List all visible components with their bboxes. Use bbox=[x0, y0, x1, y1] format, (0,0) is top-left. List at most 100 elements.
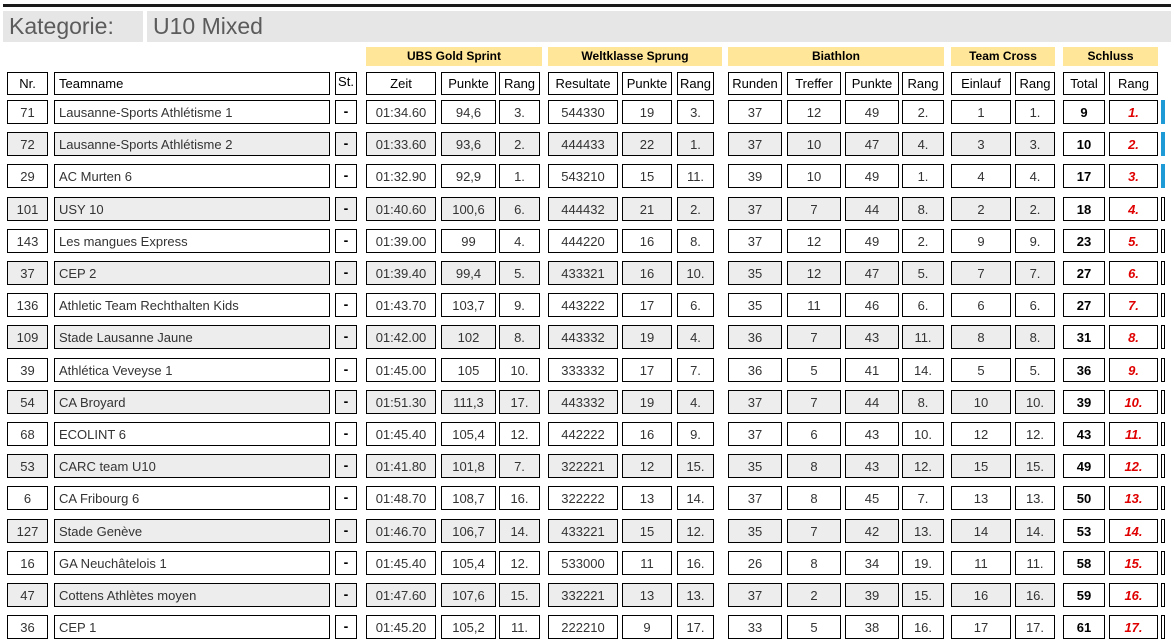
cell-schluss-rang: 11. bbox=[1109, 422, 1158, 446]
cell-sprint-punkte: 108,7 bbox=[441, 486, 496, 510]
cell-resultate: 544330 bbox=[548, 100, 618, 124]
cell-resultate: 222210 bbox=[548, 615, 618, 639]
cell-sprung-punkte: 17 bbox=[622, 293, 672, 317]
cell-sprung-punkte: 19 bbox=[622, 390, 672, 414]
cell-sprung-punkte: 17 bbox=[622, 358, 672, 382]
cell-team: Les mangues Express bbox=[54, 229, 330, 253]
cell-nr: 53 bbox=[7, 454, 48, 478]
cell-biathlon-punkte: 38 bbox=[845, 615, 899, 639]
cell-treffer: 5 bbox=[787, 358, 841, 382]
cell-sprint-punkte: 107,6 bbox=[441, 583, 496, 607]
row-status-marker bbox=[1161, 293, 1165, 317]
cell-sprint-punkte: 105 bbox=[441, 358, 496, 382]
cell-runden: 36 bbox=[728, 325, 782, 349]
cell-sprint-punkte: 103,7 bbox=[441, 293, 496, 317]
cell-resultate: 322222 bbox=[548, 486, 618, 510]
cell-zeit: 01:48.70 bbox=[366, 486, 436, 510]
cell-sprint-rang: 12. bbox=[499, 422, 540, 446]
row-status-marker bbox=[1161, 486, 1165, 510]
cell-resultate: 533000 bbox=[548, 551, 618, 575]
cell-biathlon-punkte: 44 bbox=[845, 197, 899, 221]
cell-cross-rang: 15. bbox=[1015, 454, 1055, 478]
row-status-marker bbox=[1161, 454, 1165, 478]
cell-einlauf: 15 bbox=[951, 454, 1011, 478]
cell-runden: 26 bbox=[728, 551, 782, 575]
cell-sprint-rang: 5. bbox=[499, 261, 540, 285]
cell-sprung-punkte: 19 bbox=[622, 325, 672, 349]
cell-zeit: 01:40.60 bbox=[366, 197, 436, 221]
cell-nr: 71 bbox=[7, 100, 48, 124]
cell-schluss-rang: 16. bbox=[1109, 583, 1158, 607]
cell-biathlon-punkte: 44 bbox=[845, 390, 899, 414]
cell-total: 18 bbox=[1063, 197, 1105, 221]
cell-total: 17 bbox=[1063, 164, 1105, 188]
cell-runden: 35 bbox=[728, 261, 782, 285]
row-status-marker bbox=[1161, 583, 1165, 607]
category-value: U10 Mixed bbox=[147, 11, 1171, 42]
cell-sprint-rang: 4. bbox=[499, 229, 540, 253]
cell-einlauf: 16 bbox=[951, 583, 1011, 607]
cell-team: CA Broyard bbox=[54, 390, 330, 414]
cell-einlauf: 5 bbox=[951, 358, 1011, 382]
cell-sprung-punkte: 12 bbox=[622, 454, 672, 478]
cell-biathlon-rang: 15. bbox=[902, 583, 944, 607]
cell-team: CARC team U10 bbox=[54, 454, 330, 478]
cell-total: 49 bbox=[1063, 454, 1105, 478]
cell-st: - bbox=[335, 164, 357, 188]
cell-st: - bbox=[335, 325, 357, 349]
cell-cross-rang: 11. bbox=[1015, 551, 1055, 575]
cell-einlauf: 10 bbox=[951, 390, 1011, 414]
cell-zeit: 01:51.30 bbox=[366, 390, 436, 414]
cell-team: Stade Genève bbox=[54, 519, 330, 543]
cell-resultate: 322221 bbox=[548, 454, 618, 478]
row-status-marker bbox=[1161, 615, 1165, 639]
cell-sprung-rang: 15. bbox=[677, 454, 714, 478]
cell-runden: 37 bbox=[728, 197, 782, 221]
cell-st: - bbox=[335, 390, 357, 414]
cell-runden: 36 bbox=[728, 358, 782, 382]
cell-sprint-punkte: 111,3 bbox=[441, 390, 496, 414]
cell-team: CEP 1 bbox=[54, 615, 330, 639]
cell-sprung-rang: 14. bbox=[677, 486, 714, 510]
cell-schluss-rang: 12. bbox=[1109, 454, 1158, 478]
row-status-marker bbox=[1161, 390, 1165, 414]
cell-einlauf: 14 bbox=[951, 519, 1011, 543]
cell-biathlon-rang: 8. bbox=[902, 390, 944, 414]
cell-schluss-rang: 3. bbox=[1109, 164, 1158, 188]
column-header-resultate: Resultate bbox=[548, 72, 618, 95]
row-status-marker bbox=[1161, 422, 1165, 446]
cell-total: 36 bbox=[1063, 358, 1105, 382]
cell-treffer: 8 bbox=[787, 551, 841, 575]
cell-einlauf: 12 bbox=[951, 422, 1011, 446]
cell-cross-rang: 3. bbox=[1015, 132, 1055, 156]
cell-sprint-punkte: 106,7 bbox=[441, 519, 496, 543]
cell-treffer: 11 bbox=[787, 293, 841, 317]
cell-sprint-rang: 10. bbox=[499, 358, 540, 382]
cell-team: ECOLINT 6 bbox=[54, 422, 330, 446]
cell-cross-rang: 12. bbox=[1015, 422, 1055, 446]
cell-schluss-rang: 17. bbox=[1109, 615, 1158, 639]
cell-einlauf: 8 bbox=[951, 325, 1011, 349]
cell-sprint-punkte: 99,4 bbox=[441, 261, 496, 285]
cell-sprint-punkte: 105,2 bbox=[441, 615, 496, 639]
cell-einlauf: 1 bbox=[951, 100, 1011, 124]
cell-runden: 39 bbox=[728, 164, 782, 188]
cell-treffer: 2 bbox=[787, 583, 841, 607]
cell-resultate: 333332 bbox=[548, 358, 618, 382]
cell-cross-rang: 9. bbox=[1015, 229, 1055, 253]
cell-zeit: 01:47.60 bbox=[366, 583, 436, 607]
cell-runden: 35 bbox=[728, 293, 782, 317]
cell-biathlon-rang: 6. bbox=[902, 293, 944, 317]
cell-sprung-punkte: 22 bbox=[622, 132, 672, 156]
cell-team: Stade Lausanne Jaune bbox=[54, 325, 330, 349]
cell-einlauf: 3 bbox=[951, 132, 1011, 156]
cell-total: 23 bbox=[1063, 229, 1105, 253]
cell-team: Cottens Athlètes moyen bbox=[54, 583, 330, 607]
cell-runden: 33 bbox=[728, 615, 782, 639]
cell-treffer: 5 bbox=[787, 615, 841, 639]
cell-total: 9 bbox=[1063, 100, 1105, 124]
cell-biathlon-punkte: 46 bbox=[845, 293, 899, 317]
cell-sprint-rang: 14. bbox=[499, 519, 540, 543]
row-status-marker bbox=[1161, 358, 1165, 382]
cell-zeit: 01:39.00 bbox=[366, 229, 436, 253]
